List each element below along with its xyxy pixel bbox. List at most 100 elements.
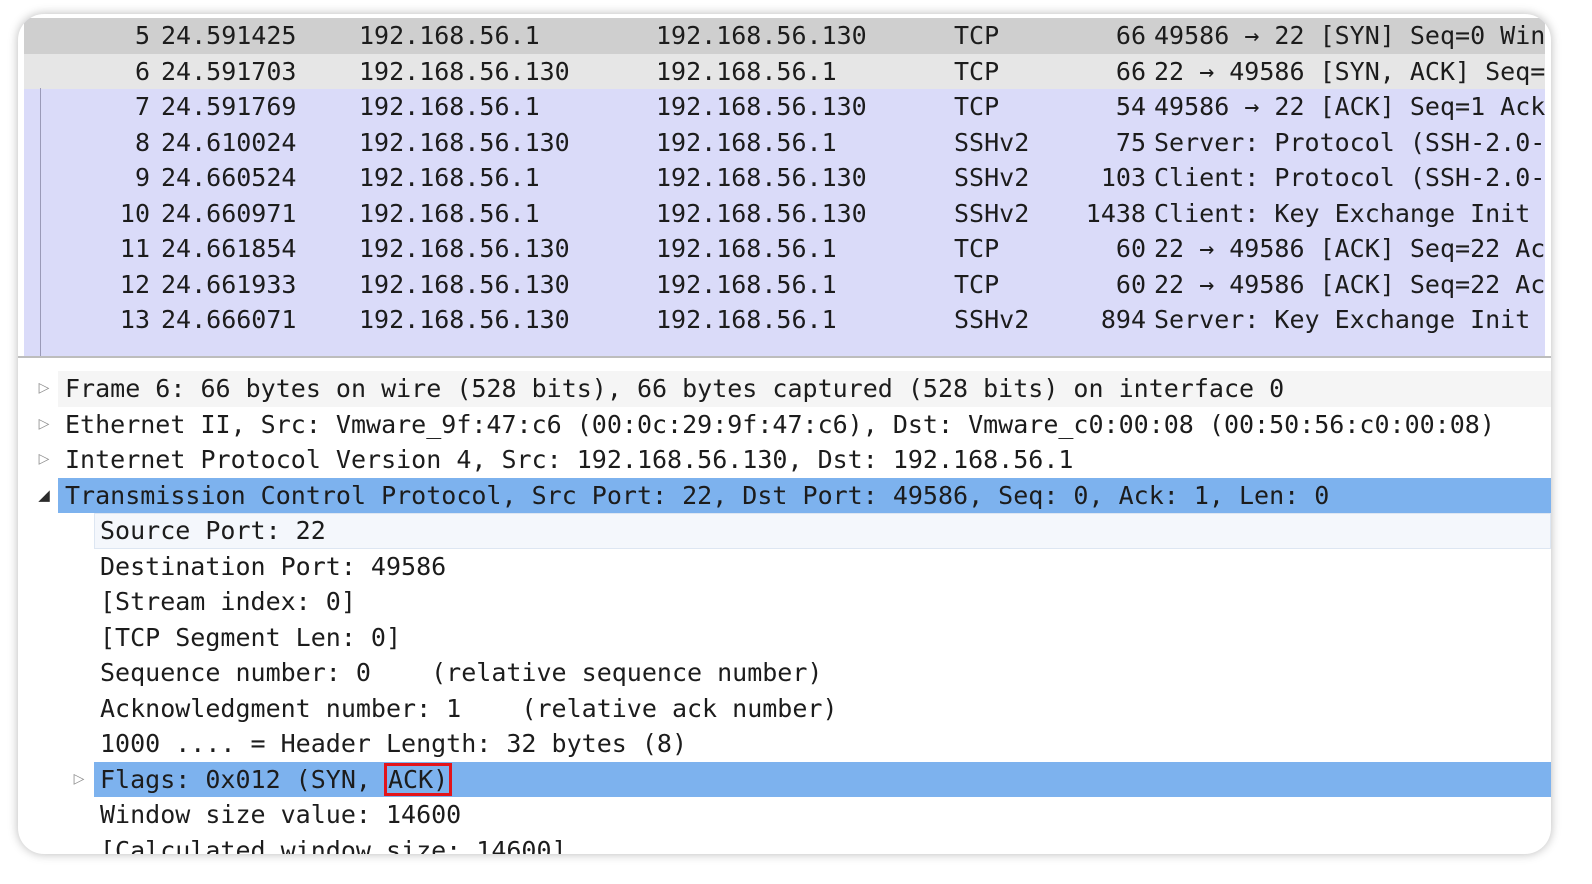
packet-info: 22 → 49586 [ACK] Seq=22 Ack= (1154, 234, 1545, 263)
tree-item-ip[interactable]: ▷ Internet Protocol Version 4, Src: 192.… (18, 442, 1551, 478)
packet-length: 66 (1115, 21, 1146, 50)
packet-info: Client: Key Exchange Init (1154, 198, 1531, 228)
tcp-summary: Transmission Control Protocol, Src Port:… (65, 480, 1330, 510)
packet-destination: 192.168.56.130 (656, 21, 867, 50)
tree-item-ethernet[interactable]: ▷ Ethernet II, Src: Vmware_9f:47:c6 (00:… (18, 407, 1551, 443)
packet-protocol: TCP (954, 234, 1000, 263)
tree-item-calculated-window[interactable]: [Calculated window size: 14600] (18, 833, 1551, 855)
packet-destination: 192.168.56.1 (656, 234, 837, 263)
tree-item-flags[interactable]: ▷ Flags: 0x012 (SYN, ACK) (18, 761, 1551, 798)
packet-list[interactable]: 5 24.591425 192.168.56.1 192.168.56.130 TCP 6… (24, 18, 1545, 356)
frame-summary: Frame 6: 66 bytes on wire (528 bits), 66… (65, 374, 1285, 403)
packet-row[interactable]: 7 24.591769 192.168.56.1 192.168.56.130 TCP 5… (24, 89, 1545, 125)
packet-protocol: TCP (954, 56, 1000, 86)
packet-protocol: SSHv2 (954, 163, 1030, 192)
triangle-right-icon[interactable]: ▷ (34, 371, 54, 407)
header-length-text: 1000 .... = Header Length: 32 bytes (8) (100, 729, 687, 758)
packet-protocol: SSHv2 (954, 127, 1030, 157)
tree-item-destination-port[interactable]: Destination Port: 49586 (18, 549, 1551, 585)
packet-number: 10 (119, 198, 150, 228)
packet-number: 12 (119, 269, 150, 299)
sequence-number-text: Sequence number: 0 (relative sequence nu… (100, 658, 823, 687)
packet-number: 11 (119, 234, 150, 263)
packet-number: 7 (134, 92, 150, 121)
packet-length: 75 (1115, 127, 1146, 157)
packet-length: 894 (1100, 305, 1146, 334)
flags-text: Flags: 0x012 (SYN, ACK) (100, 762, 453, 798)
packet-length: 54 (1115, 92, 1146, 121)
tree-item-tcp[interactable]: ◢ Transmission Control Protocol, Src Por… (18, 477, 1551, 514)
packet-time: 24.666071 (161, 305, 297, 334)
triangle-right-icon[interactable]: ▷ (69, 762, 89, 798)
packet-destination: 192.168.56.1 (656, 269, 837, 299)
packet-row[interactable]: 12 24.661933 192.168.56.130 192.168.56.1 TCP… (24, 267, 1545, 303)
packet-time: 24.591703 (161, 56, 297, 86)
packet-info: Server: Protocol (SSH-2.0-Op (1154, 127, 1545, 157)
tree-item-header-length[interactable]: 1000 .... = Header Length: 32 bytes (8) (18, 726, 1551, 762)
packet-destination: 192.168.56.1 (656, 56, 837, 86)
packet-row[interactable]: 10 24.660971 192.168.56.1 192.168.56.130 SSH… (24, 196, 1545, 232)
packet-length: 1438 (1085, 198, 1146, 228)
packet-protocol: SSHv2 (954, 305, 1030, 334)
window-size-text: Window size value: 14600 (100, 800, 462, 829)
ack-flag-annotation: ACK) (383, 762, 453, 796)
packet-time: 24.610024 (161, 127, 297, 157)
packet-length: 60 (1115, 234, 1146, 263)
packet-info: 22 → 49586 [ACK] Seq=22 Ack= (1154, 269, 1545, 299)
packet-source: 192.168.56.130 (359, 305, 570, 334)
source-port-text: Source Port: 22 (100, 516, 326, 545)
packet-source: 192.168.56.1 (359, 21, 540, 50)
tree-item-source-port[interactable]: Source Port: 22 (18, 513, 1551, 549)
packet-row[interactable]: 5 24.591425 192.168.56.1 192.168.56.130 TCP 6… (24, 18, 1545, 54)
tree-item-frame[interactable]: ▷ Frame 6: 66 bytes on wire (528 bits), … (18, 371, 1551, 407)
packet-row[interactable]: 13 24.666071 192.168.56.130 192.168.56.1 SSH… (24, 302, 1545, 338)
packet-length: 60 (1115, 269, 1146, 299)
packet-protocol: SSHv2 (954, 198, 1030, 228)
tree-item-stream-index[interactable]: [Stream index: 0] (18, 584, 1551, 620)
packet-source: 192.168.56.130 (359, 269, 570, 299)
screenshot-card: 5 24.591425 192.168.56.1 192.168.56.130 TCP 6… (18, 14, 1551, 854)
packet-list-border (40, 88, 41, 356)
packet-number: 9 (134, 163, 150, 192)
packet-time: 24.661933 (161, 269, 297, 299)
packet-row[interactable]: 11 24.661854 192.168.56.130 192.168.56.1 TCP… (24, 231, 1545, 267)
packet-time: 24.591769 (161, 92, 297, 121)
tree-item-window-size[interactable]: Window size value: 14600 (18, 797, 1551, 833)
tree-item-ack-number[interactable]: Acknowledgment number: 1 (relative ack n… (18, 691, 1551, 727)
packet-source: 192.168.56.130 (359, 234, 570, 263)
packet-time: 24.661854 (161, 234, 297, 263)
pane-splitter[interactable] (18, 356, 1551, 358)
packet-info: 49586 → 22 [SYN] Seq=0 Win=8 (1154, 21, 1545, 50)
packet-time: 24.591425 (161, 21, 297, 50)
packet-info: Server: Key Exchange Init (1154, 305, 1531, 334)
packet-protocol: TCP (954, 269, 1000, 299)
packet-length: 103 (1100, 163, 1146, 192)
packet-number: 8 (134, 127, 150, 157)
packet-source: 192.168.56.130 (359, 127, 570, 157)
packet-number: 6 (134, 56, 150, 86)
flags-prefix: Flags: 0x012 (SYN, (100, 764, 386, 794)
packet-source: 192.168.56.1 (359, 198, 540, 228)
packet-row[interactable]: 9 24.660524 192.168.56.1 192.168.56.130 SSHv… (24, 160, 1545, 196)
packet-source: 192.168.56.130 (359, 56, 570, 86)
packet-row[interactable]: 8 24.610024 192.168.56.130 192.168.56.1 SSHv… (24, 125, 1545, 161)
packet-destination: 192.168.56.130 (656, 163, 867, 192)
packet-protocol: TCP (954, 21, 1000, 50)
packet-row[interactable]: 6 24.591703 192.168.56.130 192.168.56.1 TCP 6… (24, 53, 1545, 89)
packet-time: 24.660524 (161, 163, 297, 192)
destination-port-text: Destination Port: 49586 (100, 551, 447, 581)
packet-details-tree[interactable]: ▷ Frame 6: 66 bytes on wire (528 bits), … (18, 359, 1551, 854)
packet-info: 49586 → 22 [ACK] Seq=1 Ack=1 (1154, 92, 1545, 121)
packet-destination: 192.168.56.1 (656, 127, 837, 157)
packet-number: 5 (134, 21, 150, 50)
tree-item-sequence-number[interactable]: Sequence number: 0 (relative sequence nu… (18, 655, 1551, 691)
packet-source: 192.168.56.1 (359, 92, 540, 121)
tree-item-segment-len[interactable]: [TCP Segment Len: 0] (18, 620, 1551, 656)
triangle-down-icon[interactable]: ◢ (34, 478, 54, 514)
packet-destination: 192.168.56.1 (656, 305, 837, 334)
packet-source: 192.168.56.1 (359, 163, 540, 192)
packet-protocol: TCP (954, 92, 1000, 121)
triangle-right-icon[interactable]: ▷ (34, 407, 54, 443)
segment-len-text: [TCP Segment Len: 0] (100, 622, 402, 652)
triangle-right-icon[interactable]: ▷ (34, 442, 54, 478)
